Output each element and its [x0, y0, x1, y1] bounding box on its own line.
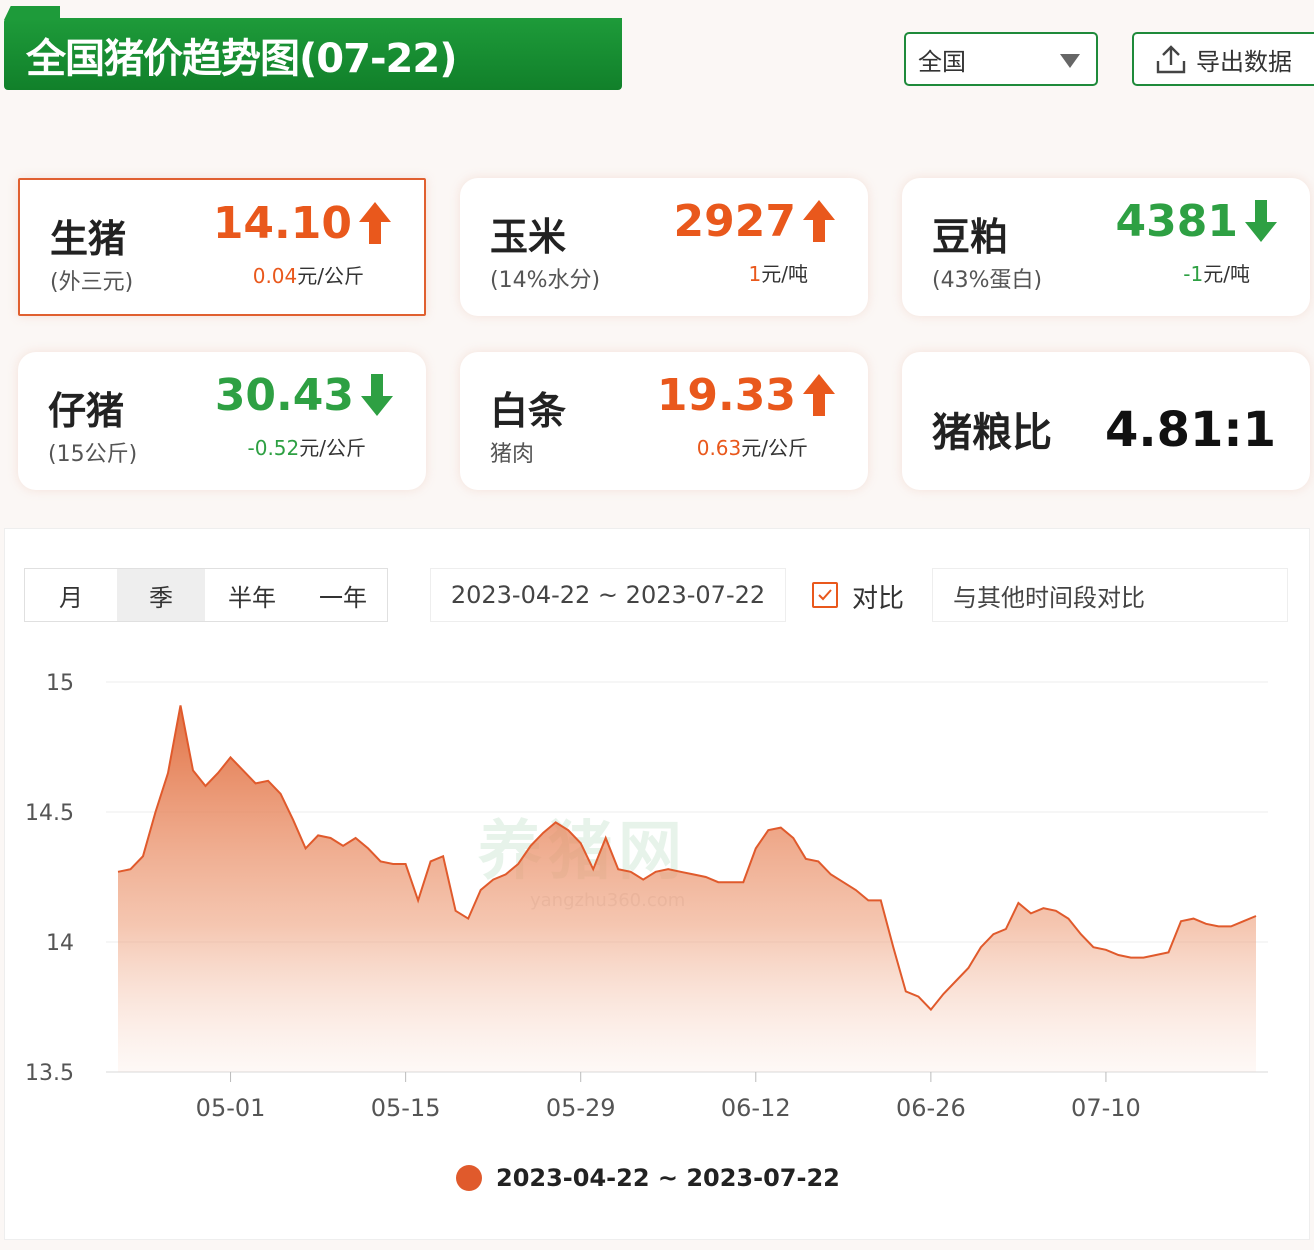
x-tick-label: 07-10 [1071, 1094, 1141, 1122]
card-value: 14.10 [212, 198, 352, 249]
y-tick-label: 14 [46, 931, 74, 956]
card-value: 30.43 [214, 370, 354, 421]
card-value: 19.33 [656, 370, 796, 421]
card-change-unit: 元/公斤 [297, 264, 364, 288]
arrow-down-icon [361, 374, 393, 416]
card-change-unit: 元/公斤 [299, 436, 366, 460]
title-banner: 全国猪价趋势图(07-22) [4, 18, 622, 90]
card-change-value: 0.04 [252, 264, 298, 288]
card-name: 猪粮比 [932, 410, 1052, 456]
x-tick-label: 06-26 [896, 1094, 966, 1122]
x-tick-label: 05-29 [546, 1094, 616, 1122]
card-soymeal[interactable]: 豆粕 (43%蛋白) 4381 -1元/吨 [902, 178, 1310, 316]
card-change-unit: 元/公斤 [741, 436, 808, 460]
page-title: 全国猪价趋势图(07-22) [26, 36, 457, 82]
export-data-label: 导出数据 [1196, 47, 1292, 76]
card-change-value: 1 [748, 262, 762, 286]
card-sub: 猪肉 [490, 442, 535, 467]
arrow-up-icon [803, 200, 835, 242]
card-name: 白条 [490, 389, 567, 433]
card-sub: (外三元) [50, 270, 134, 295]
tab-year[interactable]: 一年 [299, 569, 387, 621]
card-change: 1元/吨 [749, 258, 808, 287]
y-tick-label: 13.5 [25, 1061, 74, 1086]
card-change-value: 0.63 [696, 436, 742, 460]
legend-label: 2023-04-22 ~ 2023-07-22 [496, 1164, 840, 1192]
card-name: 生猪 [50, 217, 127, 261]
card-sub: (43%蛋白) [932, 268, 1043, 293]
card-change-unit: 元/吨 [1203, 262, 1250, 286]
tab-quarter[interactable]: 季 [117, 569, 205, 621]
card-value: 4381 [1115, 196, 1238, 247]
card-change-value: -0.52 [247, 436, 300, 460]
region-select[interactable]: 全国 [904, 32, 1098, 86]
card-change-unit: 元/吨 [761, 262, 808, 286]
x-tick-label: 06-12 [721, 1094, 791, 1122]
y-tick-label: 15 [46, 671, 74, 696]
card-sub: (14%水分) [490, 268, 601, 293]
upload-icon [1156, 45, 1186, 74]
region-select-value: 全国 [918, 47, 966, 76]
legend-dot-icon [456, 1165, 482, 1191]
card-value: 2927 [673, 196, 796, 247]
card-live-pig[interactable]: 生猪 (外三元) 14.10 0.04元/公斤 [18, 178, 426, 316]
card-name: 豆粕 [932, 215, 1009, 259]
compare-label: 对比 [852, 584, 905, 614]
price-trend-chart: 13.5 14 14.5 15 05-01 05-15 05-29 06-12 06-26 07… [25, 671, 1268, 1122]
tab-half-year[interactable]: 半年 [205, 569, 299, 621]
card-name: 仔猪 [48, 389, 125, 433]
period-tabs: 月 季 半年 一年 [24, 568, 388, 622]
card-pork-carcass[interactable]: 白条 猪肉 19.33 0.63元/公斤 [460, 352, 868, 490]
card-sub: (15公斤) [48, 442, 138, 467]
date-range-picker[interactable]: 2023-04-22 ~ 2023-07-22 [430, 568, 786, 622]
chart-legend[interactable]: 2023-04-22 ~ 2023-07-22 [456, 1164, 840, 1192]
tab-month[interactable]: 月 [25, 569, 117, 621]
arrow-up-icon [359, 202, 391, 244]
card-name: 玉米 [490, 215, 567, 259]
card-change: 0.04元/公斤 [253, 260, 364, 289]
y-tick-label: 14.5 [25, 801, 74, 826]
arrow-up-icon [803, 374, 835, 416]
card-change: 0.63元/公斤 [697, 432, 808, 461]
compare-checkbox[interactable] [812, 582, 838, 608]
x-tick-label: 05-15 [371, 1094, 441, 1122]
card-change: -1元/吨 [1183, 258, 1250, 287]
card-piglet[interactable]: 仔猪 (15公斤) 30.43 -0.52元/公斤 [18, 352, 426, 490]
card-corn[interactable]: 玉米 (14%水分) 2927 1元/吨 [460, 178, 868, 316]
card-change-value: -1 [1183, 262, 1204, 286]
series-area [118, 705, 1256, 1072]
export-data-button[interactable]: 导出数据 [1132, 32, 1314, 86]
check-icon [818, 589, 832, 601]
arrow-down-icon [1245, 200, 1277, 242]
compare-period-input[interactable]: 与其他时间段对比 [932, 568, 1288, 622]
caret-down-icon [1060, 54, 1080, 68]
card-change: -0.52元/公斤 [248, 432, 367, 461]
card-hog-grain-ratio[interactable]: 猪粮比 4.81:1 [902, 352, 1310, 490]
x-tick-label: 05-01 [196, 1094, 266, 1122]
card-value: 4.81:1 [1104, 402, 1276, 458]
